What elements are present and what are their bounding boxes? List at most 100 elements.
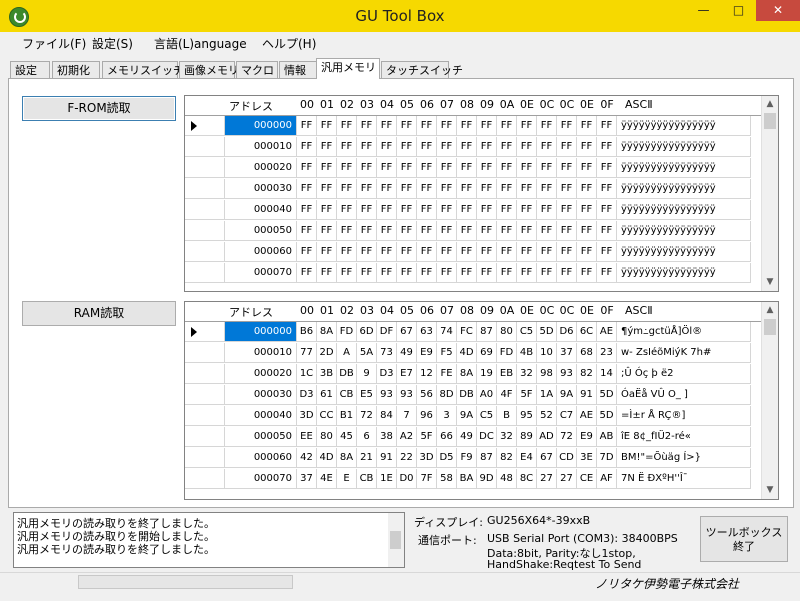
hex-cell[interactable]: FF [397,116,417,136]
column-header-hex[interactable]: 06 [417,304,437,317]
hex-cell[interactable]: FF [417,116,437,136]
address-cell[interactable]: 000030 [225,385,297,405]
hex-cell[interactable]: 8A [337,448,357,468]
log-scrollbar[interactable] [388,513,404,567]
log-box[interactable]: 汎用メモリの読み取りを終了しました。 汎用メモリの読み取りを開始しました。 汎用… [13,512,405,568]
hex-cell[interactable]: FF [357,137,377,157]
hex-cell[interactable]: FF [337,158,357,178]
row-header[interactable] [185,263,225,283]
hex-cell[interactable]: E9 [577,427,597,447]
from-data-grid[interactable]: アドレス 00 01 02 03 04 05 06 07 08 09 0A 0E 0C 0C 0E 0F ASCⅡ… [184,95,779,292]
hex-cell[interactable]: FF [497,137,517,157]
hex-cell[interactable]: FF [357,158,377,178]
hex-cell[interactable]: FF [377,116,397,136]
hex-cell[interactable]: FF [517,263,537,283]
hex-cell[interactable]: FF [397,200,417,220]
column-header-hex[interactable]: 0C [537,304,557,317]
hex-cell[interactable]: FF [517,221,537,241]
hex-cell[interactable]: FF [537,158,557,178]
hex-cell[interactable]: FF [457,158,477,178]
hex-cell[interactable]: FF [397,137,417,157]
hex-cell[interactable]: FF [417,221,437,241]
column-header-hex[interactable]: 0E [577,98,597,111]
ascii-cell[interactable]: ÿÿÿÿÿÿÿÿÿÿÿÿÿÿÿÿ [617,221,751,241]
column-header-ascii[interactable]: ASCⅡ [621,304,685,317]
hex-cell[interactable]: C5 [477,406,497,426]
hex-cell[interactable]: 58 [437,469,457,489]
hex-cell[interactable]: 27 [537,469,557,489]
hex-cell[interactable]: 56 [417,385,437,405]
hex-cell[interactable]: FF [337,179,357,199]
tab-macro[interactable]: マクロ [236,61,278,78]
hex-cell[interactable]: FF [397,158,417,178]
hex-cell[interactable]: FF [437,116,457,136]
hex-cell[interactable]: 80 [497,322,517,342]
hex-cell[interactable]: FF [297,263,317,283]
hex-cell[interactable]: 9D [477,469,497,489]
hex-cell[interactable]: C7 [557,406,577,426]
hex-cell[interactable]: 10 [537,343,557,363]
row-header[interactable] [185,427,225,447]
scroll-down-icon[interactable]: ▼ [762,274,778,291]
hex-cell[interactable]: 5D [597,406,617,426]
hex-cell[interactable]: 5F [417,427,437,447]
hex-cell[interactable]: FF [357,242,377,262]
hex-cell[interactable]: FF [517,179,537,199]
address-cell[interactable]: 000040 [225,406,297,426]
hex-cell[interactable]: FF [317,137,337,157]
hex-cell[interactable]: 82 [497,448,517,468]
hex-cell[interactable]: FF [457,221,477,241]
hex-cell[interactable]: FF [457,179,477,199]
ram-read-button[interactable]: RAM読取 [22,301,176,326]
column-header-hex[interactable]: 07 [437,304,457,317]
hex-cell[interactable]: FF [537,242,557,262]
hex-cell[interactable]: 82 [577,364,597,384]
row-header[interactable] [185,469,225,489]
table-row[interactable]: 000070 FF FF FF FF FF FF FF FF FF FF FF FF FF FF FF FF ÿÿ… [185,263,778,284]
column-header-hex[interactable]: 0F [597,98,617,111]
ascii-cell[interactable]: ¶ým߸gctüÅ]Öl® [617,322,751,342]
row-header[interactable] [185,242,225,262]
ascii-cell[interactable]: ÿÿÿÿÿÿÿÿÿÿÿÿÿÿÿÿ [617,242,751,262]
column-header-hex[interactable]: 0C [557,98,577,111]
hex-cell[interactable]: F9 [457,448,477,468]
row-header[interactable] [185,179,225,199]
hex-cell[interactable]: CC [317,406,337,426]
row-header[interactable] [185,343,225,363]
address-cell[interactable]: 000050 [225,427,297,447]
hex-cell[interactable]: 9A [557,385,577,405]
hex-cell[interactable]: 68 [577,343,597,363]
column-header-hex[interactable]: 0E [577,304,597,317]
hex-cell[interactable]: FF [537,116,557,136]
column-header-hex[interactable]: 03 [357,98,377,111]
hex-cell[interactable]: FF [497,179,517,199]
hex-cell[interactable]: AF [597,469,617,489]
hex-cell[interactable]: 4D [317,448,337,468]
column-header-hex[interactable]: 0C [557,304,577,317]
hex-cell[interactable]: FF [357,179,377,199]
hex-cell[interactable]: 48 [497,469,517,489]
hex-cell[interactable]: AD [537,427,557,447]
hex-cell[interactable]: 9 [357,364,377,384]
hex-cell[interactable]: FF [597,137,617,157]
hex-cell[interactable]: D5 [437,448,457,468]
hex-cell[interactable]: FF [457,200,477,220]
hex-cell[interactable]: FF [557,137,577,157]
table-row[interactable]: 000050 FF FF FF FF FF FF FF FF FF FF FF FF FF FF FF FF ÿÿ… [185,221,778,242]
hex-cell[interactable]: FF [557,179,577,199]
table-row[interactable]: 000000 B6 8A FD 6D DF 67 63 74 FC 87 80 C5 5D D6 6C AE ¶ý… [185,322,778,343]
hex-cell[interactable]: FF [597,242,617,262]
address-cell[interactable]: 000030 [225,179,297,199]
hex-cell[interactable]: 89 [517,427,537,447]
hex-cell[interactable]: 4B [517,343,537,363]
table-row[interactable]: 000010 FF FF FF FF FF FF FF FF FF FF FF FF FF FF FF FF ÿÿ… [185,137,778,158]
hex-cell[interactable]: FF [377,242,397,262]
hex-cell[interactable]: EE [297,427,317,447]
hex-cell[interactable]: 3B [317,364,337,384]
hex-cell[interactable]: FD [337,322,357,342]
hex-cell[interactable]: FF [457,263,477,283]
hex-cell[interactable]: E4 [517,448,537,468]
hex-cell[interactable]: 8A [317,322,337,342]
hex-cell[interactable]: FF [477,200,497,220]
hex-cell[interactable]: FF [297,200,317,220]
